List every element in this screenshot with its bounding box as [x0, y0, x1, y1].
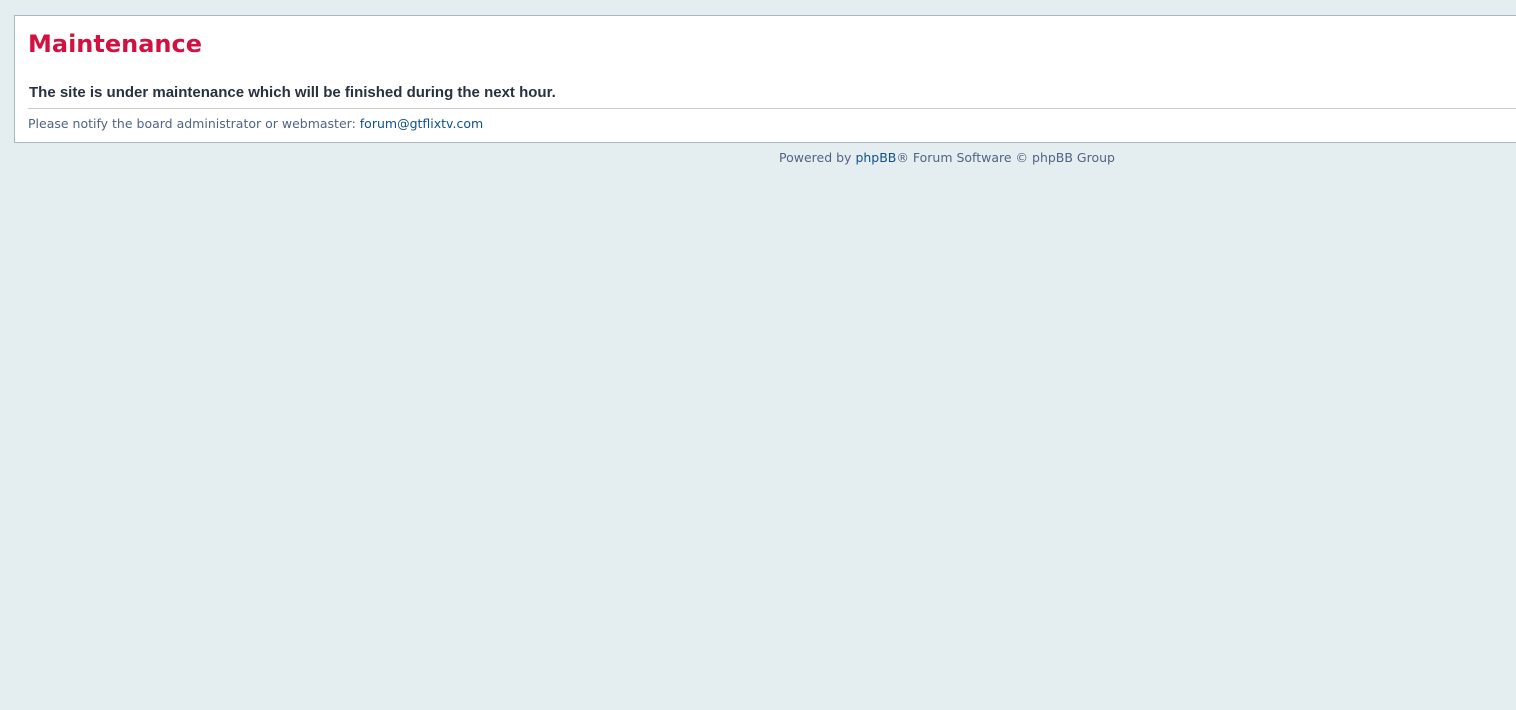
- phpbb-link[interactable]: phpBB: [855, 150, 896, 165]
- divider: [28, 108, 1516, 109]
- maintenance-panel: Maintenance The site is under maintenanc…: [14, 15, 1516, 143]
- powered-by-text: Powered by: [779, 150, 852, 165]
- notice-text: Please notify the board administrator or…: [28, 116, 356, 131]
- footer-suffix-text: ® Forum Software © phpBB Group: [896, 150, 1115, 165]
- maintenance-message: The site is under maintenance which will…: [29, 84, 556, 101]
- page-title: Maintenance: [28, 30, 203, 58]
- admin-notice: Please notify the board administrator or…: [28, 116, 483, 132]
- copyright-footer: Powered by phpBB® Forum Software © phpBB…: [779, 150, 1115, 166]
- webmaster-email-link[interactable]: forum@gtflixtv.com: [360, 116, 483, 131]
